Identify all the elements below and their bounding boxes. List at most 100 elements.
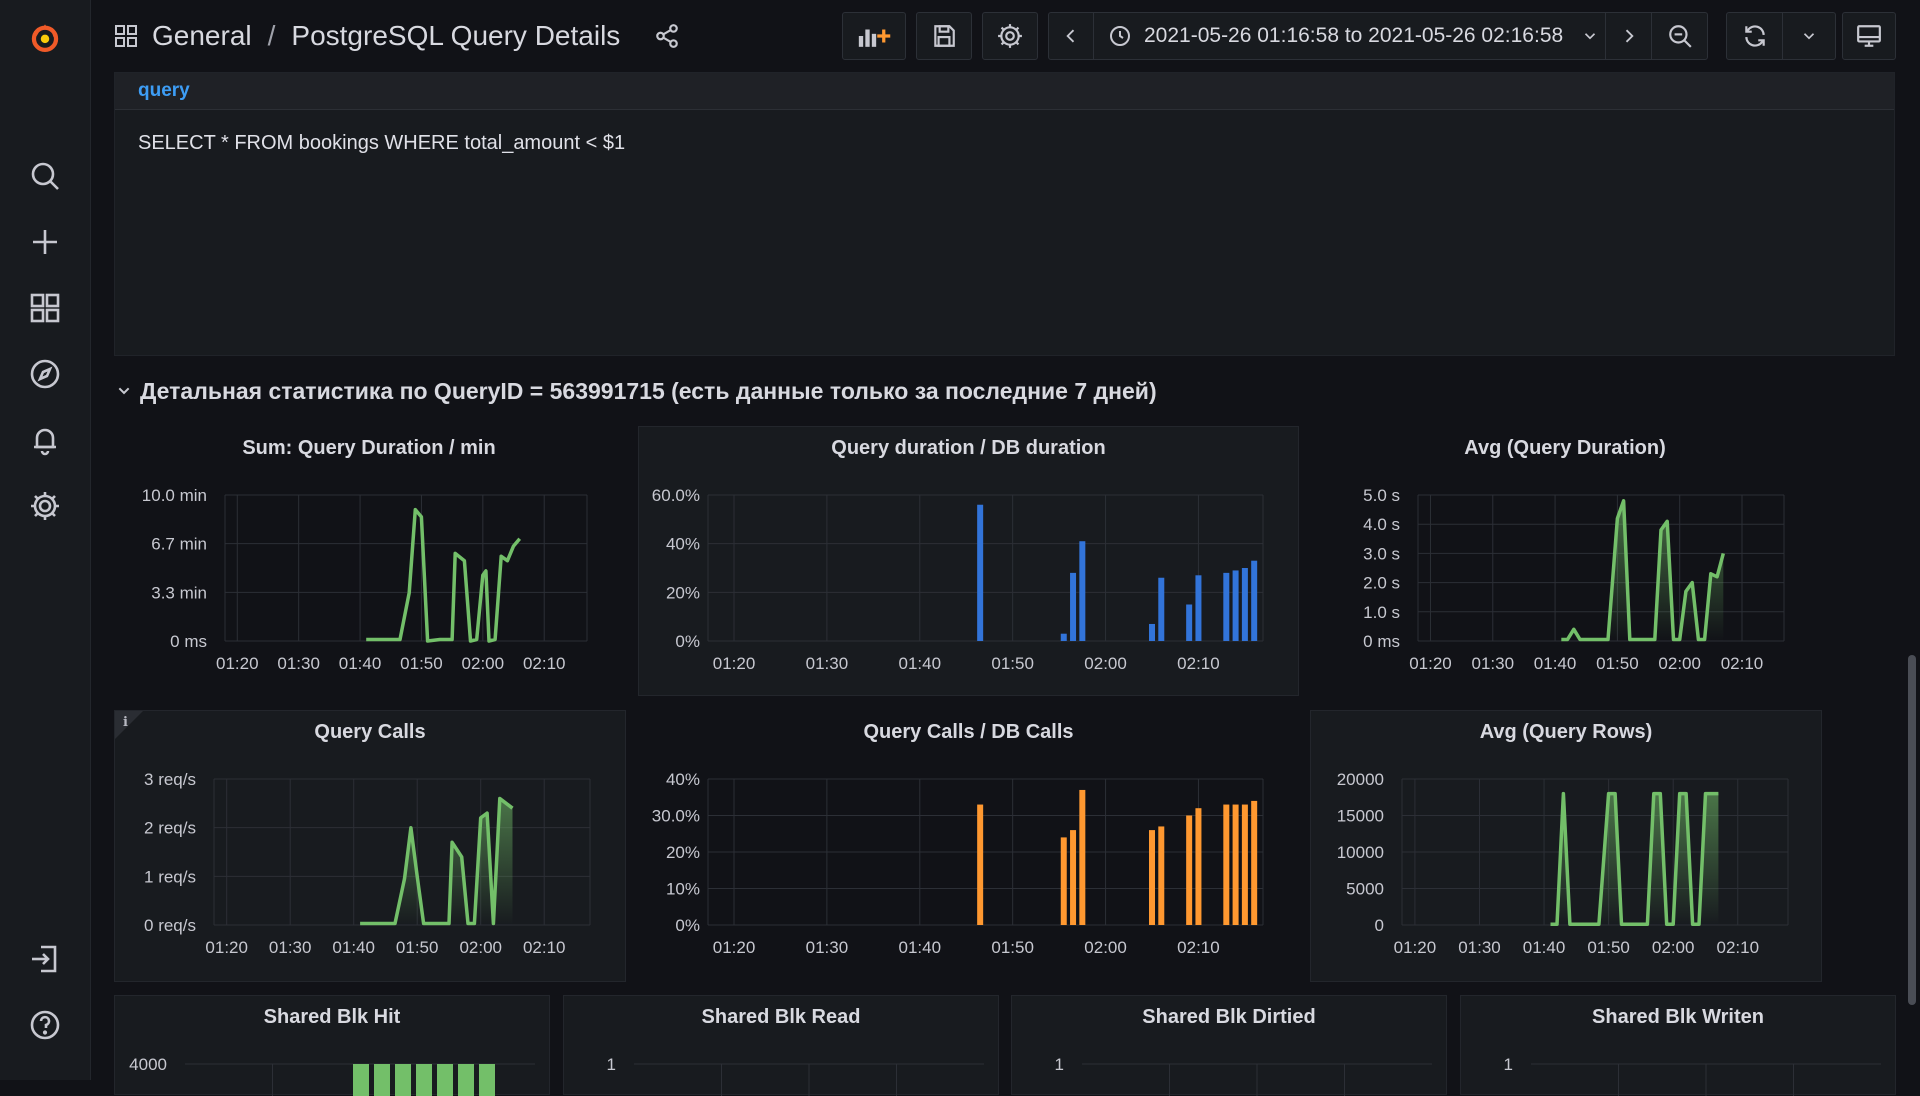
panel-sum-query-duration[interactable]: Sum: Query Duration / min 10.0 min 6.7 mi… [114,426,624,696]
y-tick-label: 4000 [129,1055,167,1074]
x-tick-label: 01:20 [1409,654,1452,673]
x-tick-label: 01:30 [1458,938,1501,957]
query-text: SELECT * FROM bookings WHERE total_amoun… [138,132,626,154]
x-tick-label: 01:50 [1596,654,1639,673]
x-tick-label: 02:10 [1716,938,1759,957]
tv-mode-button[interactable] [1842,12,1896,60]
x-tick-label: 02:10 [1721,654,1764,673]
bar-mark [1158,826,1165,925]
zoom-out-button[interactable] [1651,13,1708,59]
y-tick-label: 5.0 s [1363,486,1400,505]
series-area [1561,500,1724,641]
bar-mark [1241,804,1248,925]
x-tick-label: 02:00 [459,938,502,957]
plus-icon[interactable] [25,222,65,262]
series-line [366,507,522,643]
search-icon[interactable] [25,156,65,196]
y-tick-label: 20% [666,583,700,602]
x-tick-label: 02:00 [462,654,505,673]
add-panel-button[interactable] [842,12,906,60]
y-tick-label: 0 ms [170,632,207,651]
x-tick-label: 02:10 [1177,938,1220,957]
x-tick-label: 01:20 [713,654,756,673]
y-tick-label: 0 ms [1363,632,1400,651]
x-tick-label: 02:00 [1652,938,1695,957]
share-icon[interactable] [654,23,680,49]
row-collapse-toggle[interactable]: Детальная статистика по QueryID = 563991… [116,374,1157,408]
compass-icon[interactable] [25,354,65,394]
chart-svg: 4000 [129,1055,535,1096]
dashboards-grid-icon [115,25,137,47]
bar-mark [437,1064,453,1096]
y-tick-label: 30.0% [652,807,700,826]
dashboard-settings-button[interactable] [982,12,1038,60]
save-icon [934,25,955,47]
panel-shared-blk-hit[interactable]: Shared Blk Hit 4000 [114,995,550,1096]
bar-mark [1079,541,1086,641]
panel-avg-query-duration[interactable]: Avg (Query Duration) 5.0 s 4.0 s 3.0 s 2.0 … [1310,426,1820,696]
y-tick-label: 1 [1504,1055,1513,1074]
bar-mark [1251,800,1258,925]
y-tick-label: 0 [1375,916,1384,935]
monitor-icon [1857,25,1881,47]
x-tick-label: 01:30 [1471,654,1514,673]
panel-query-db-duration[interactable]: Query duration / DB duration 60.0% 40% 20%… [638,426,1299,696]
bar-mark [1079,789,1086,925]
breadcrumb-folder[interactable]: General [152,20,252,52]
dashboard-title[interactable]: PostgreSQL Query Details [291,20,620,52]
y-tick-label: 3.3 min [151,583,207,602]
refresh-now[interactable] [1727,13,1784,59]
bar-mark [353,1064,369,1096]
panel-avg-query-rows[interactable]: Avg (Query Rows) 20000 15000 10000 5000 0 01:… [1310,710,1822,982]
refresh-button[interactable] [1726,12,1836,60]
query-panel-title: query [115,73,1894,110]
series-line [1550,791,1719,927]
bar-mark [1149,623,1155,641]
y-tick-label: 40% [666,535,700,554]
panel-query-calls[interactable]: i Query Calls 3 req/s 2 req/s 1 req/s 0 req… [114,710,626,982]
panel-shared-blk-writen[interactable]: Shared Blk Writen 1 [1460,995,1896,1096]
x-tick-label: 01:50 [991,938,1034,957]
bar-mark [977,804,984,925]
x-tick-label: 01:50 [396,938,439,957]
panel-shared-blk-read[interactable]: Shared Blk Read 1 [563,995,999,1096]
refresh-icon [1744,25,1765,47]
help-icon[interactable] [25,1005,65,1045]
gear-icon[interactable] [25,486,65,526]
y-tick-label: 60.0% [652,486,700,505]
save-dashboard-button[interactable] [916,12,972,60]
panel-query-db-calls[interactable]: Query Calls / DB Calls 40% 30.0% 20% 10% 0% 0… [638,710,1299,982]
x-tick-label: 01:20 [1394,938,1437,957]
clock-icon [1110,26,1130,46]
x-tick-label: 01:50 [400,654,443,673]
bar-mark [1232,570,1239,641]
y-tick-label: 0% [675,632,700,651]
y-tick-label: 4.0 s [1363,515,1400,534]
y-tick-label: 10.0 min [142,486,207,505]
grid-icon[interactable] [25,288,65,328]
refresh-interval-dropdown[interactable] [1783,13,1835,59]
y-tick-label: 3 req/s [144,770,196,789]
page-scrollbar[interactable] [1908,655,1916,1005]
panel-shared-blk-dirtied[interactable]: Shared Blk Dirtied 1 [1011,995,1447,1096]
bar-mark [977,504,984,641]
time-forward-button[interactable] [1605,13,1652,59]
chart-svg: 3 req/s 2 req/s 1 req/s 0 req/s 01:20 01:30 01… [144,770,591,957]
y-tick-label: 20% [666,843,700,862]
bar-mark [1251,560,1258,641]
grafana-logo-icon[interactable] [25,18,65,58]
bar-mark [416,1064,432,1096]
bar-mark [1060,837,1067,925]
time-picker[interactable]: 2021-05-26 01:16:58 to 2021-05-26 02:16:… [1048,12,1708,60]
sign-in-icon[interactable] [25,939,65,979]
x-tick-label: 01:30 [806,938,849,957]
chevron-down-icon [118,387,130,395]
bar-mark [479,1064,495,1096]
x-tick-label: 01:20 [713,938,756,957]
time-back-button[interactable] [1049,13,1094,59]
x-tick-label: 01:40 [1534,654,1577,673]
chart-svg: 40% 30.0% 20% 10% 0% 01:20 01:30 01:40 01:50 02:0… [652,770,1264,957]
chart-svg: 20000 15000 10000 5000 0 01:20 01:30 01:40 01:50… [1337,770,1789,957]
bell-icon[interactable] [25,420,65,460]
bar-mark [1195,808,1202,925]
